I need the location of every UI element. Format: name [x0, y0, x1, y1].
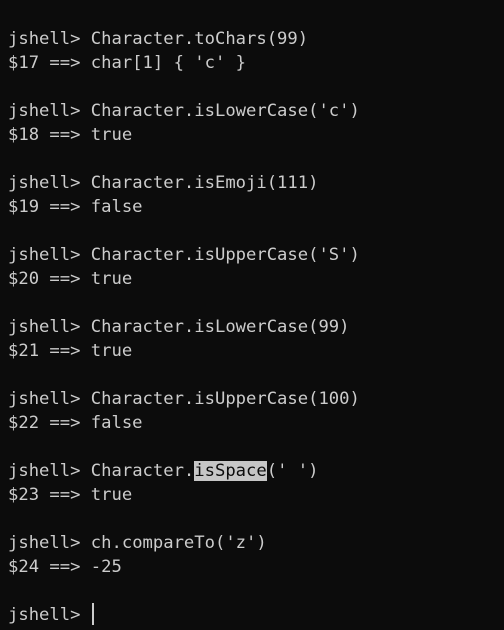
terminal-window[interactable]: jshell> Character.toChars(99) $17 ==> ch… [0, 0, 504, 630]
command-line: jshell> Character.isLowerCase(99) [8, 315, 504, 339]
result-line: $19 ==> false [8, 197, 143, 217]
text-selection-highlight[interactable]: isSpace [194, 461, 267, 481]
command-text: Character.isUpperCase(100) [90, 389, 360, 409]
text-cursor [91, 603, 94, 625]
command-text: Character.toChars(99) [90, 29, 309, 49]
prompt: jshell> [8, 317, 91, 337]
prompt: jshell> [8, 389, 91, 409]
prompt: jshell> [8, 605, 91, 625]
command-text: Character.isEmoji(111) [90, 173, 319, 193]
result-line: $24 ==> -25 [8, 557, 122, 577]
result-line: $22 ==> false [8, 413, 143, 433]
result-line: $23 ==> true [8, 485, 133, 505]
result-line: $18 ==> true [8, 125, 133, 145]
command-text: Character.isUpperCase('S') [90, 245, 360, 265]
command-line: jshell> ch.compareTo('z') [8, 531, 504, 555]
command-line: jshell> Character.toChars(99) [8, 27, 504, 51]
command-text: Character.isLowerCase('c') [90, 101, 360, 121]
result-line: $17 ==> char[1] { 'c' } [8, 53, 246, 73]
command-line: jshell> Character.isUpperCase('S') [8, 243, 504, 267]
command-text: Character.isLowerCase(99) [90, 317, 350, 337]
command-text: ch.compareTo('z') [90, 533, 267, 553]
command-text: (' ') [266, 461, 319, 481]
result-line: $21 ==> true [8, 341, 133, 361]
prompt: jshell> [8, 29, 91, 49]
input-line[interactable]: jshell> [8, 603, 504, 627]
command-line: jshell> Character.isSpace(' ') [8, 459, 504, 483]
prompt: jshell> [8, 101, 91, 121]
command-line: jshell> Character.isUpperCase(100) [8, 387, 504, 411]
prompt: jshell> [8, 461, 91, 481]
prompt: jshell> [8, 173, 91, 193]
prompt: jshell> [8, 533, 91, 553]
command-line: jshell> Character.isLowerCase('c') [8, 99, 504, 123]
command-text: Character. [90, 461, 195, 481]
result-line: $20 ==> true [8, 269, 133, 289]
command-line: jshell> Character.isEmoji(111) [8, 171, 504, 195]
prompt: jshell> [8, 245, 91, 265]
